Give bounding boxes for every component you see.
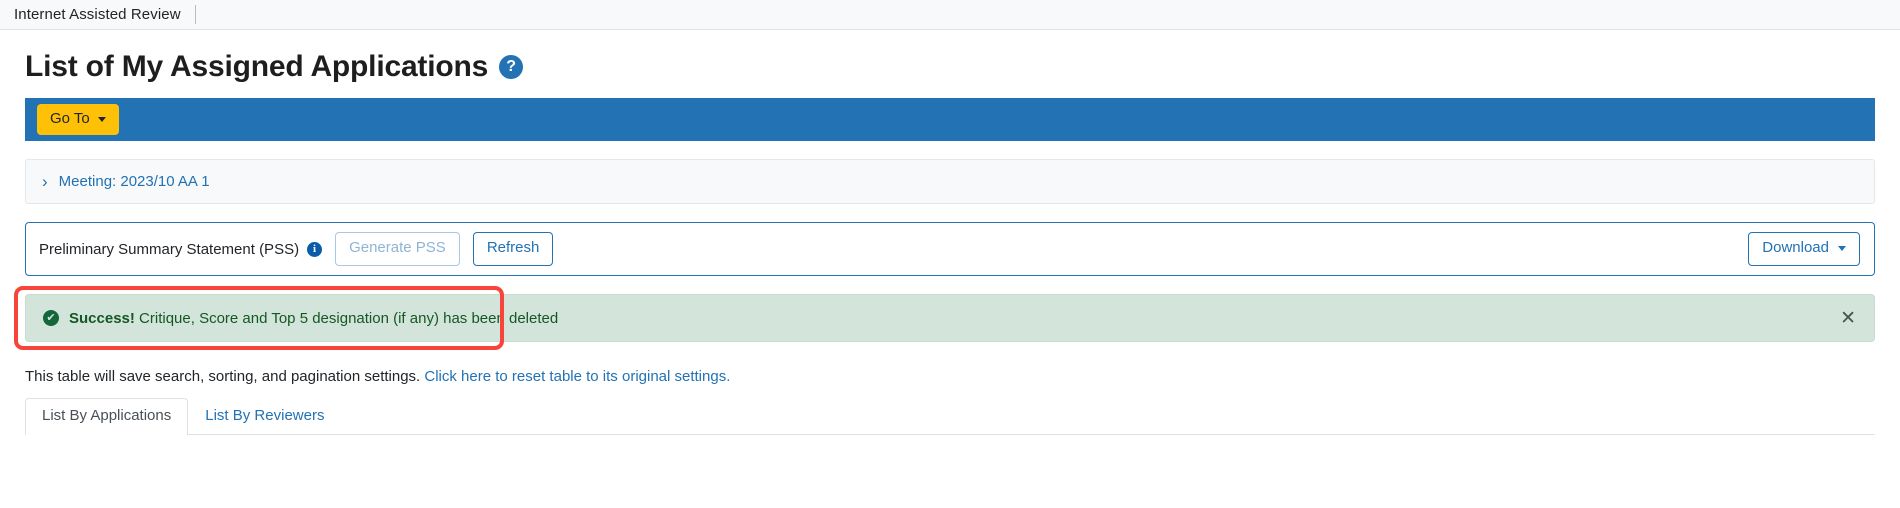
app-header-bar: Internet Assisted Review: [0, 0, 1900, 30]
info-circle-icon[interactable]: i: [307, 241, 323, 257]
chevron-right-icon: ›: [42, 172, 48, 191]
caret-down-icon: [1838, 246, 1846, 251]
tab-list-by-reviewers[interactable]: List By Reviewers: [188, 398, 341, 435]
table-note-text: This table will save search, sorting, an…: [25, 368, 421, 385]
pss-label-group: Preliminary Summary Statement (PSS) i: [39, 240, 323, 258]
primary-navbar: Go To: [25, 98, 1875, 141]
refresh-button[interactable]: Refresh: [472, 232, 554, 266]
pss-label: Preliminary Summary Statement (PSS): [39, 240, 300, 258]
alert-message-group: Success! Critique, Score and Top 5 desig…: [69, 310, 558, 327]
caret-down-icon: [97, 116, 106, 122]
app-title: Internet Assisted Review: [14, 6, 181, 23]
go-to-button[interactable]: Go To: [37, 104, 119, 135]
page-title-row: List of My Assigned Applications ?: [25, 30, 1875, 98]
check-circle-icon: ✔: [43, 310, 59, 326]
app-header-divider: [194, 5, 196, 24]
page-content: List of My Assigned Applications ? Go To…: [0, 30, 1900, 435]
close-icon[interactable]: ✕: [1836, 307, 1860, 330]
pss-toolbar-left: Preliminary Summary Statement (PSS) i Ge…: [39, 232, 554, 266]
help-circle-icon[interactable]: ?: [499, 55, 524, 79]
generate-pss-button[interactable]: Generate PSS: [335, 232, 460, 266]
list-view-tabs: List By Applications List By Reviewers: [25, 398, 1875, 435]
pss-toolbar-panel: Preliminary Summary Statement (PSS) i Ge…: [25, 222, 1875, 276]
reset-table-link[interactable]: Click here to reset table to its origina…: [424, 368, 730, 385]
alert-status-label: Success!: [69, 309, 135, 327]
tab-list-by-applications[interactable]: List By Applications: [25, 398, 189, 435]
alert-container: ✔ Success! Critique, Score and Top 5 des…: [14, 286, 1875, 350]
alert-content: ✔ Success! Critique, Score and Top 5 des…: [43, 310, 558, 327]
page-title: List of My Assigned Applications: [25, 50, 489, 83]
success-alert: ✔ Success! Critique, Score and Top 5 des…: [25, 294, 1875, 342]
download-label: Download: [1762, 239, 1829, 257]
table-settings-note: This table will save search, sorting, an…: [25, 368, 1875, 385]
meeting-accordion-row[interactable]: › Meeting: 2023/10 AA 1: [25, 159, 1875, 204]
go-to-label: Go To: [50, 110, 90, 127]
meeting-label: Meeting: 2023/10 AA 1: [58, 173, 210, 190]
download-button[interactable]: Download: [1748, 232, 1860, 266]
alert-message: Critique, Score and Top 5 designation (i…: [139, 309, 559, 327]
